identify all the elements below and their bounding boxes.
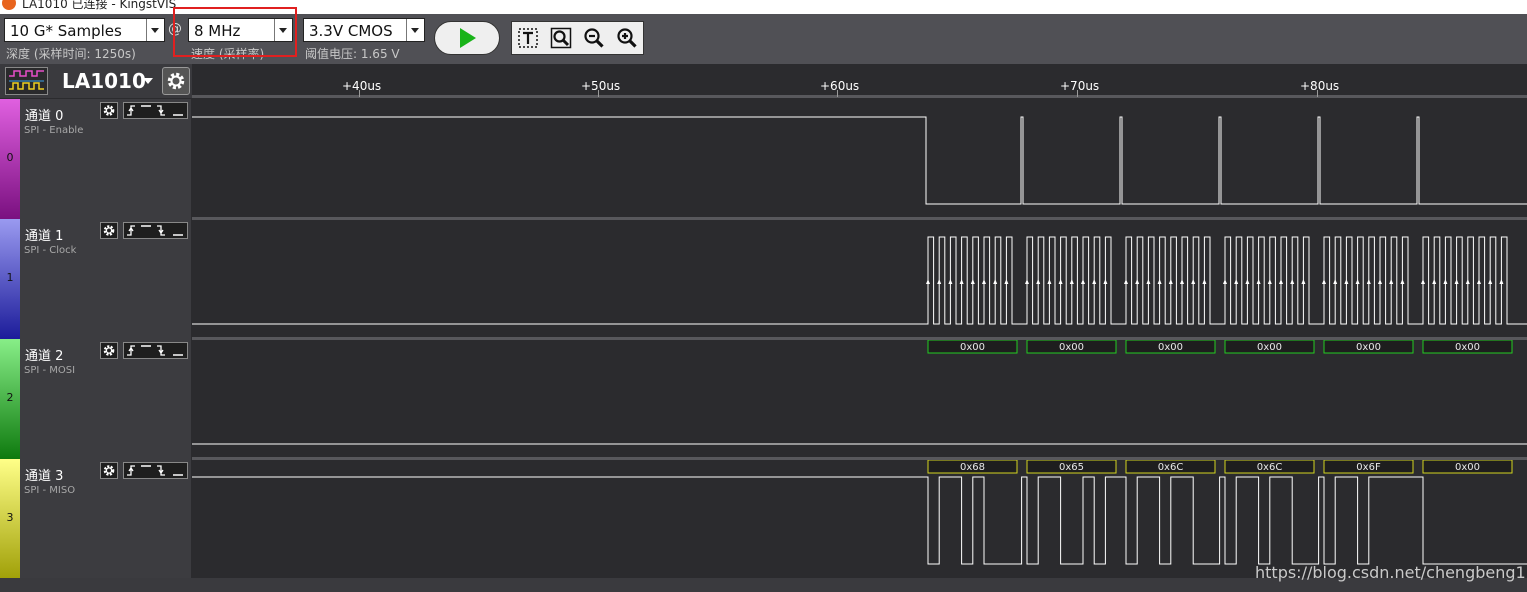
decoded-byte-label: 0x6C [1158, 462, 1184, 473]
clock-edge-arrow [1047, 279, 1052, 284]
clock-edge-arrow [1389, 279, 1394, 284]
clock-edge-arrow [1058, 279, 1063, 284]
decoded-byte-label: 0x00 [1455, 462, 1480, 473]
clock-edge-arrow [1488, 279, 1493, 284]
clock-edge-arrow [1081, 279, 1085, 284]
miso-waveform [192, 476, 1527, 565]
decoded-byte-label: 0x6C [1257, 462, 1283, 473]
clock-edge-arrow [1180, 279, 1184, 284]
clock-edge-arrow [1421, 279, 1425, 284]
clock-edge-arrow [1157, 279, 1162, 284]
row-separator [192, 217, 1527, 220]
decoded-byte-label: 0x00 [1356, 342, 1381, 353]
decoded-byte-label: 0x65 [1059, 462, 1084, 473]
clock-edge-arrow [1322, 279, 1326, 284]
row-separator [192, 337, 1527, 340]
clock-edge-arrow [1301, 279, 1306, 284]
clock-edge-arrow [1168, 279, 1173, 284]
clock-edge-arrow [1234, 279, 1239, 284]
decoded-byte-label: 0x00 [1257, 342, 1282, 353]
clock-edge-arrow [1465, 279, 1470, 284]
clock-edge-arrow [1191, 279, 1196, 284]
row-separator [192, 457, 1527, 460]
decoded-byte-label: 0x00 [1158, 342, 1183, 353]
clock-edge-arrow [1477, 279, 1481, 284]
clock-edge-arrow [1400, 279, 1405, 284]
clock-edge-arrow [1025, 279, 1029, 284]
clock-edge-arrow [1092, 279, 1097, 284]
clock-edge-arrow [948, 279, 953, 284]
clock-edge-arrow [1036, 279, 1041, 284]
clock-edge-arrow [1256, 279, 1261, 284]
clock-edge-arrow [1103, 279, 1108, 284]
decoded-byte-label: 0x6F [1356, 462, 1381, 473]
decoded-byte-label: 0x00 [960, 342, 985, 353]
clock-edge-arrow [1333, 279, 1338, 284]
enable-waveform [192, 116, 1527, 205]
clock-edge-arrow [970, 279, 975, 284]
clock-edge-arrow [1245, 279, 1250, 284]
clock-edge-arrow [1135, 279, 1140, 284]
clock-edge-arrow [1146, 279, 1151, 284]
clock-edge-arrow [1378, 279, 1382, 284]
clock-edge-arrow [1454, 279, 1459, 284]
clock-edge-arrow [993, 279, 998, 284]
decoded-byte-label: 0x00 [1455, 342, 1480, 353]
clock-edge-arrow [1432, 279, 1437, 284]
clock-edge-arrow [1202, 279, 1207, 284]
clock-edge-arrow [1223, 279, 1227, 284]
decoded-byte-label: 0x00 [1059, 342, 1084, 353]
clock-edge-arrow [1355, 279, 1360, 284]
clock-edge-arrow [1366, 279, 1371, 284]
watermark: https://blog.csdn.net/chengbeng1745 [1255, 563, 1527, 582]
clock-edge-arrow [1279, 279, 1283, 284]
clock-edge-arrow [926, 279, 930, 284]
clock-edge-arrow [1069, 279, 1074, 284]
clock-edge-arrow [982, 279, 986, 284]
clock-edge-arrow [1443, 279, 1448, 284]
decoded-byte-label: 0x68 [960, 462, 985, 473]
clock-edge-arrow [959, 279, 964, 284]
clock-edge-arrow [1267, 279, 1272, 284]
clock-waveform [192, 236, 1527, 325]
clock-edge-arrow [1290, 279, 1295, 284]
clock-edge-arrow [1124, 279, 1128, 284]
clock-edge-arrow [1004, 279, 1009, 284]
clock-edge-arrow [937, 279, 942, 284]
clock-edge-arrow [1344, 279, 1349, 284]
clock-edge-arrow [1499, 279, 1504, 284]
waveform-plot[interactable]: 0x00 0x00 0x00 0x00 0x00 0x00 0x68 0x65 0x6C 0x6C… [0, 0, 1527, 592]
